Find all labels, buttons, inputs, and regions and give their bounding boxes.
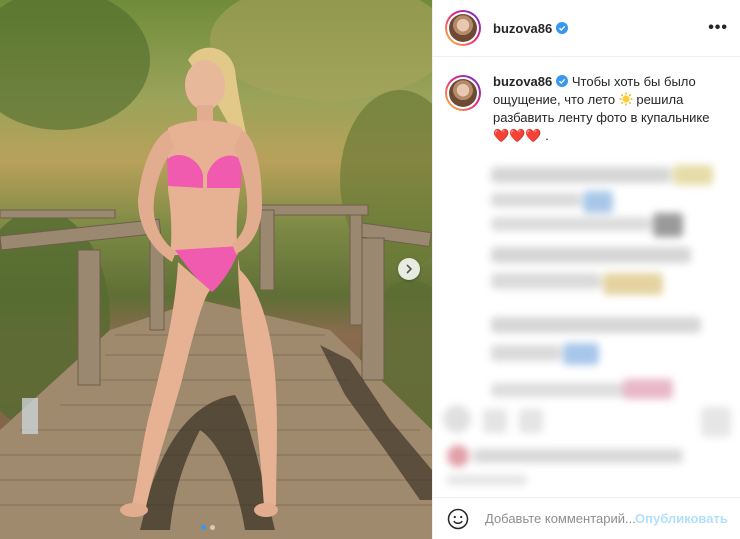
carousel-dot-2 [210,525,215,530]
comment-input[interactable] [485,511,635,526]
emoji-smile-icon[interactable] [447,508,469,530]
blurred-comments [433,155,740,500]
post-side-panel: buzova86 ••• buzova86 Чтобы хоть бы было… [432,0,740,539]
carousel-dot-1 [201,525,206,530]
caption-text: buzova86 Чтобы хоть бы было ощущение, чт… [493,73,713,145]
post-header: buzova86 ••• [433,0,740,57]
caption-line3: разбавить ленту фото в купальнике [493,110,710,125]
caption-line1: Чтобы хоть бы было [571,74,696,89]
header-username-text[interactable]: buzova86 [493,21,552,36]
caption-hearts: ❤️❤️❤️ [493,128,542,143]
verified-badge-icon [556,21,569,34]
avatar[interactable] [445,10,481,46]
caption-end: . [545,128,549,143]
carousel-next-button[interactable] [398,258,420,280]
more-options-icon[interactable]: ••• [708,19,728,37]
post-caption: buzova86 Чтобы хоть бы было ощущение, чт… [433,57,740,145]
caption-line2b: решила [636,92,684,107]
carousel-indicator [201,525,215,530]
caption-avatar[interactable] [445,75,481,111]
sun-emoji-icon [619,92,633,106]
chevron-right-icon [406,264,413,274]
header-username[interactable]: buzova86 [493,21,569,36]
add-comment-bar: Опубликовать [433,497,740,539]
post-photo[interactable] [0,0,432,539]
caption-line2a: ощущение, что лето [493,92,616,107]
photo-scene [0,0,432,539]
caption-username[interactable]: buzova86 [493,74,552,89]
publish-button[interactable]: Опубликовать [635,511,728,526]
verified-badge-icon [556,75,569,87]
